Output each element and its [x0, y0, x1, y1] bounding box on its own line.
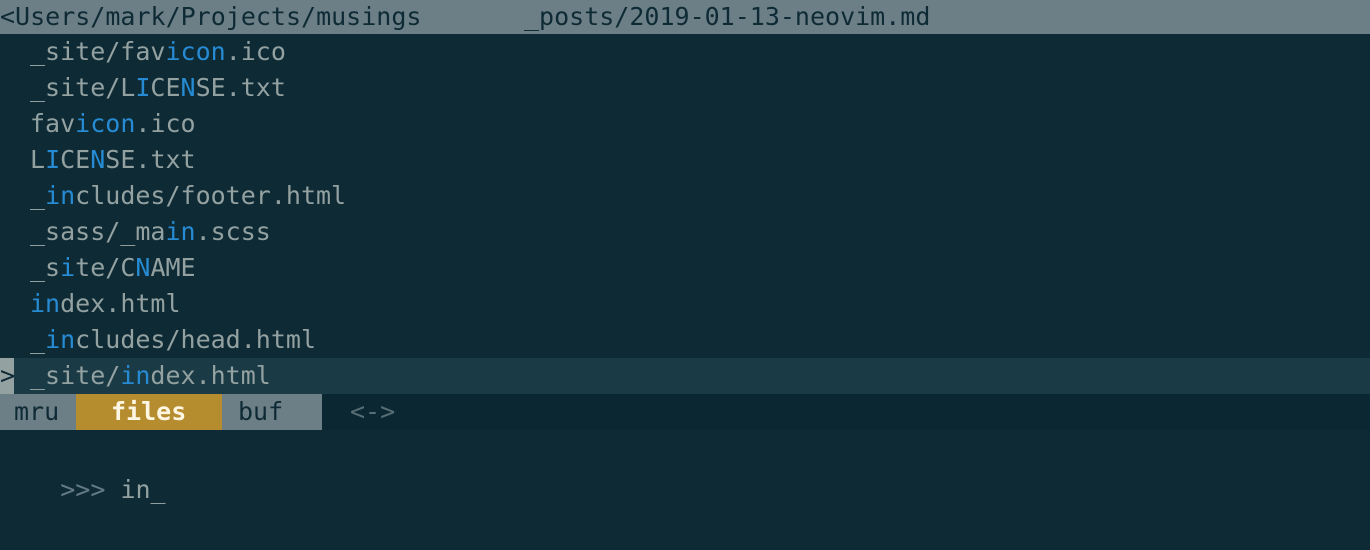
result-row[interactable]: favicon.ico: [0, 106, 1370, 142]
result-filename: _site/CNAME: [30, 250, 196, 286]
result-row-selected[interactable]: > _site/index.html: [0, 358, 1370, 394]
results-list: _site/favicon.ico _site/LICENSE.txt favico…: [0, 34, 1370, 394]
match-highlight: in: [120, 361, 151, 390]
filename-text: dex.html: [150, 361, 271, 390]
match-highlight: in: [165, 217, 196, 246]
tab-mru-label: mru: [14, 397, 60, 426]
ctrlp-window: <Users/mark/Projects/musings _posts/2019…: [0, 0, 1370, 504]
result-row[interactable]: LICENSE.txt: [0, 142, 1370, 178]
tab-buf-label: buf: [238, 397, 284, 426]
result-filename: _includes/head.html: [30, 322, 316, 358]
search-input[interactable]: in: [120, 475, 150, 504]
mode-switch-arrows: <->: [350, 397, 396, 426]
filename-text: cludes/head.html: [75, 325, 316, 354]
mode-statusline: mru files buf <->: [0, 394, 1370, 430]
tab-files-label: files: [111, 397, 187, 426]
match-highlight: N: [135, 253, 151, 282]
filename-text: .scss: [195, 217, 271, 246]
match-highlight: I: [45, 145, 61, 174]
filename-text: _site/fav: [30, 37, 166, 66]
result-row[interactable]: _includes/head.html: [0, 322, 1370, 358]
result-filename: _site/favicon.ico: [30, 34, 286, 70]
match-highlight: I: [135, 73, 151, 102]
filename-text: CE: [60, 145, 91, 174]
filename-text: CE: [150, 73, 181, 102]
result-filename: index.html: [30, 286, 181, 322]
tab-buf-chevron: [302, 394, 320, 430]
filename-text: .ico: [135, 109, 196, 138]
filename-text: _site/: [30, 361, 121, 390]
tab-mru[interactable]: mru: [0, 394, 76, 430]
filename-text: SE.txt: [195, 73, 286, 102]
match-highlight: i: [60, 253, 76, 282]
match-highlight: con: [180, 37, 226, 66]
result-row[interactable]: index.html: [0, 286, 1370, 322]
filename-text: dex.html: [60, 289, 181, 318]
match-highlight: i: [75, 109, 91, 138]
match-highlight: in: [30, 289, 61, 318]
match-highlight: in: [45, 325, 76, 354]
result-row[interactable]: _site/LICENSE.txt: [0, 70, 1370, 106]
filename-text: SE.txt: [105, 145, 196, 174]
result-row[interactable]: _includes/footer.html: [0, 178, 1370, 214]
result-filename: LICENSE.txt: [30, 142, 196, 178]
filename-text: .ico: [225, 37, 286, 66]
result-row[interactable]: _site/CNAME: [0, 250, 1370, 286]
filename-text: _sass/_ma: [30, 217, 166, 246]
current-file: _posts/2019-01-13-neovim.md: [524, 2, 931, 31]
match-highlight: i: [165, 37, 181, 66]
path-bar: <Users/mark/Projects/musings _posts/2019…: [0, 0, 1370, 34]
prompt-symbol: >>>: [60, 475, 121, 504]
filename-text: te/C: [75, 253, 136, 282]
match-highlight: con: [90, 109, 136, 138]
filename-text: _: [30, 325, 46, 354]
result-filename: _site/index.html: [30, 358, 271, 394]
prompt-line[interactable]: >>> in_: [0, 430, 1370, 504]
result-filename: _sass/_main.scss: [30, 214, 271, 250]
filename-text: _: [30, 181, 46, 210]
result-filename: favicon.ico: [30, 106, 196, 142]
filename-text: _s: [30, 253, 61, 282]
filename-text: cludes/footer.html: [75, 181, 347, 210]
match-highlight: N: [90, 145, 106, 174]
tab-files[interactable]: files: [76, 394, 222, 430]
selection-marker: >: [0, 358, 15, 394]
result-filename: _site/LICENSE.txt: [30, 70, 286, 106]
result-filename: _includes/footer.html: [30, 178, 346, 214]
match-highlight: N: [180, 73, 196, 102]
filename-text: _site/L: [30, 73, 136, 102]
result-row[interactable]: _sass/_main.scss: [0, 214, 1370, 250]
working-directory: <Users/mark/Projects/musings: [0, 2, 422, 31]
tab-files-chevron: [204, 394, 222, 430]
filename-text: fav: [30, 109, 76, 138]
match-highlight: in: [45, 181, 76, 210]
text-cursor: _: [150, 475, 166, 504]
filename-text: L: [30, 145, 46, 174]
filename-text: AME: [150, 253, 196, 282]
result-row[interactable]: _site/favicon.ico: [0, 34, 1370, 70]
